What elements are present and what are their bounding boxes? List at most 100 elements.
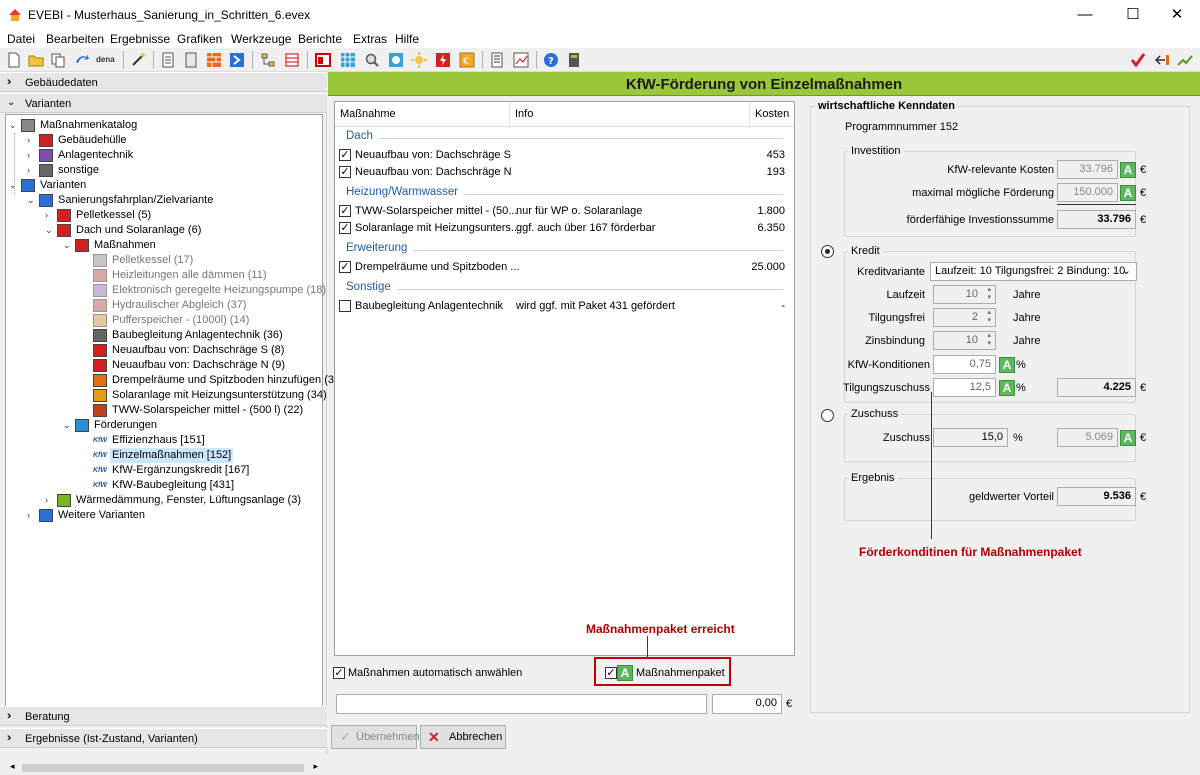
calculator-icon[interactable]	[566, 52, 582, 68]
a-rating-icon[interactable]: A	[1120, 185, 1136, 201]
chevron-down-icon[interactable]: ⌄	[45, 223, 55, 238]
dena-icon[interactable]: dena	[96, 55, 118, 71]
column-header-info[interactable]: Info	[510, 102, 750, 127]
doc-list-icon[interactable]	[183, 52, 199, 68]
a-rating-icon[interactable]: A	[999, 380, 1015, 396]
section-beratung[interactable]: ›› Beratung	[0, 706, 327, 726]
menu-hilfe[interactable]: Hilfe	[395, 32, 419, 46]
kfw-costs-field[interactable]: 33.796	[1057, 160, 1118, 179]
grant-value-field[interactable]: 5.069	[1057, 428, 1118, 447]
sun-icon[interactable]	[411, 52, 427, 68]
scroll-left-icon[interactable]: ◂	[10, 761, 15, 772]
spinner-icon[interactable]: ▴ ▾	[981, 286, 991, 302]
euro-icon[interactable]: €	[459, 52, 475, 68]
max-funding-field[interactable]: 150.000	[1057, 183, 1118, 202]
copy-icon[interactable]	[50, 52, 66, 68]
auto-select-checkbox[interactable]: ✓	[333, 667, 345, 679]
spinner-icon[interactable]: ▴ ▾	[981, 309, 991, 325]
structure-icon[interactable]	[284, 52, 300, 68]
a-rating-icon[interactable]: A	[999, 357, 1015, 373]
section-ergebnisse[interactable]: ›› Ergebnisse (Ist-Zustand, Varianten)	[0, 728, 327, 748]
measure-row[interactable]: ✓ Neuaufbau von: Dachschräge S 453	[335, 146, 794, 164]
kredit-radio[interactable]	[821, 245, 834, 258]
credit-variant-select[interactable]: Laufzeit: 10 Tilgungsfrei: 2 Bindung: 10…	[930, 262, 1137, 281]
section-gebaeudedaten[interactable]: ›› Gebäudedaten	[0, 72, 327, 92]
menu-extras[interactable]: Extras	[353, 32, 387, 46]
duration-field[interactable]: 10 ▴ ▾	[933, 285, 996, 304]
kfw-conditions-field[interactable]: 0,75	[933, 355, 996, 374]
trend-icon[interactable]	[1177, 52, 1193, 68]
repayment-grant-field[interactable]: 12,5	[933, 378, 996, 397]
help-icon[interactable]: ?	[543, 52, 559, 68]
measure-checkbox[interactable]: ✓	[339, 261, 351, 273]
measure-checkbox[interactable]: ✓	[339, 222, 351, 234]
chevron-down-icon[interactable]: ⌄	[27, 193, 37, 208]
measure-checkbox[interactable]: ✓	[339, 149, 351, 161]
minimize-button[interactable]: —	[1062, 0, 1108, 30]
chevron-down-icon[interactable]: ⌄	[63, 418, 73, 433]
chevron-right-icon[interactable]: ›	[45, 493, 55, 508]
spinner-icon[interactable]: ▴ ▾	[981, 332, 991, 348]
open-folder-icon[interactable]	[28, 52, 44, 68]
scroll-right-icon[interactable]: ▸	[313, 761, 318, 772]
close-button[interactable]: ✕	[1154, 0, 1200, 30]
chart-icon[interactable]	[513, 52, 529, 68]
measure-row[interactable]: ✓ Drempelräume und Spitzboden ... 25.000	[335, 258, 794, 276]
checkmark-icon[interactable]	[1130, 52, 1146, 68]
tree-horizontal-scrollbar[interactable]: ◂ ▸	[6, 761, 322, 775]
chevron-right-icon[interactable]: ›	[27, 133, 37, 148]
chevron-down-icon[interactable]: ⌄	[63, 238, 73, 253]
page-title: KfW-Förderung von Einzelmaßnahmen	[625, 76, 903, 93]
cancel-button[interactable]: ✕ Abbrechen	[420, 725, 506, 749]
measure-row[interactable]: ✓ Neuaufbau von: Dachschräge N 193	[335, 163, 794, 181]
a-rating-icon[interactable]: A	[1120, 430, 1136, 446]
menu-werkzeuge[interactable]: Werkzeuge	[231, 32, 291, 46]
menu-ergebnisse[interactable]: Ergebnisse	[110, 32, 170, 46]
variant-tree[interactable]: ⌄ Maßnahmenkatalog › Gebäudehülle › Anlagente…	[5, 114, 338, 707]
new-file-icon[interactable]	[6, 52, 22, 68]
chevron-right-icon[interactable]: ›	[45, 208, 55, 223]
menu-grafiken[interactable]: Grafiken	[177, 32, 222, 46]
chevron-right-icon[interactable]: ›	[27, 508, 37, 523]
menu-bearbeiten[interactable]: Bearbeiten	[46, 32, 104, 46]
grace-period-field[interactable]: 2 ▴ ▾	[933, 308, 996, 327]
measure-row[interactable]: ✓ Solaranlage mit Heizungsunters... ggf. a…	[335, 219, 794, 237]
export-icon[interactable]	[229, 52, 245, 68]
measure-checkbox[interactable]: ✓	[339, 205, 351, 217]
magnifier-icon[interactable]	[364, 52, 380, 68]
scrollbar-thumb[interactable]	[22, 764, 304, 772]
interest-binding-field[interactable]: 10 ▴ ▾	[933, 331, 996, 350]
fan-icon[interactable]	[388, 52, 404, 68]
sum-input[interactable]: 0,00	[712, 694, 782, 714]
measure-row[interactable]: Baubegleitung Anlagentechnik wird ggf. mi…	[335, 297, 794, 315]
menu-datei[interactable]: Datei	[7, 32, 35, 46]
report-icon[interactable]	[160, 52, 176, 68]
chevron-down-icon[interactable]: ⌄	[9, 118, 19, 133]
section-varianten[interactable]: ⌄ Varianten	[0, 93, 327, 113]
arrow-icon[interactable]	[74, 52, 90, 68]
hierarchy-icon[interactable]	[260, 52, 276, 68]
print-list-icon[interactable]	[489, 52, 505, 68]
apply-button[interactable]: ✓ Übernehmen	[331, 725, 420, 749]
package-checkbox[interactable]: ✓	[605, 667, 617, 679]
grid-icon[interactable]	[340, 52, 356, 68]
measure-checkbox[interactable]: ✓	[339, 166, 351, 178]
measures-list[interactable]: Maßnahme Info Kosten Dach ✓ Neuaufbau von:…	[334, 101, 795, 656]
a-rating-icon[interactable]: A	[1120, 162, 1136, 178]
measure-row[interactable]: ✓ TWW-Solarspeicher mittel - (50... nur fü…	[335, 202, 794, 220]
measure-checkbox[interactable]	[339, 300, 351, 312]
zuschuss-radio[interactable]	[821, 409, 834, 422]
maximize-button[interactable]: ☐	[1110, 0, 1156, 30]
wand-icon[interactable]	[130, 52, 146, 68]
lightning-icon[interactable]	[435, 52, 451, 68]
wall-icon[interactable]	[206, 52, 222, 68]
notes-input[interactable]	[336, 694, 707, 714]
column-header-cost[interactable]: Kosten	[750, 102, 794, 127]
menu-berichte[interactable]: Berichte	[298, 32, 342, 46]
column-header-name[interactable]: Maßnahme	[335, 102, 510, 127]
collapse-panel-icon[interactable]	[1154, 52, 1170, 68]
chevron-right-icon[interactable]: ›	[27, 148, 37, 163]
attic-icon	[93, 374, 107, 387]
window-icon[interactable]	[315, 52, 331, 68]
chevron-right-icon[interactable]: ›	[27, 163, 37, 178]
